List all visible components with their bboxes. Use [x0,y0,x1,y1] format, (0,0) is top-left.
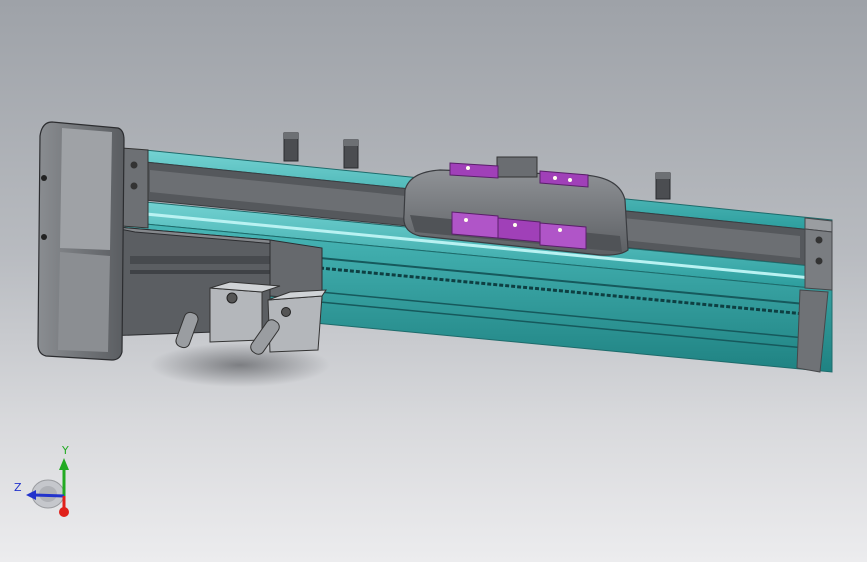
carriage-bolt [558,228,562,232]
carriage-top-block [496,156,538,178]
linear-actuator-model[interactable] [0,0,867,562]
graphics-viewport[interactable]: Y Z [0,0,867,562]
top-bracket-1 [283,132,299,162]
top-bracket-3 [655,172,671,200]
carriage-plate-front-mid [497,217,541,243]
x-axis-dot [59,507,69,517]
z-axis-arrow [26,490,36,500]
end-cap-bolt-2 [815,257,823,265]
carriage-bolt [466,166,470,170]
carriage-plate-front-left [451,211,499,239]
reference-triad[interactable]: Y Z [10,440,90,530]
triad-graphic [26,458,69,517]
cover-screw [41,175,47,181]
cover-screw [41,234,47,240]
z-axis-label: Z [14,481,22,494]
top-bracket-2 [343,139,359,169]
carriage-plate-top-left [449,162,499,179]
motor-fin [130,270,270,274]
y-axis-label: Y [62,444,69,457]
left-end-bolt-2 [130,182,138,190]
carriage-bolt [513,223,517,227]
motor-fin [130,256,270,264]
carriage-bolt [553,176,557,180]
left-end-bolt-1 [130,161,138,169]
carriage-bolt [464,218,468,222]
z-axis-line [33,493,65,498]
motor-end-cover-face [60,128,112,250]
end-cap-bolt-1 [815,236,823,244]
y-axis-arrow [59,458,69,470]
carriage-plate-front-right [539,222,587,250]
carriage-bolt [568,178,572,182]
motor-end-cover-lower [58,252,110,352]
